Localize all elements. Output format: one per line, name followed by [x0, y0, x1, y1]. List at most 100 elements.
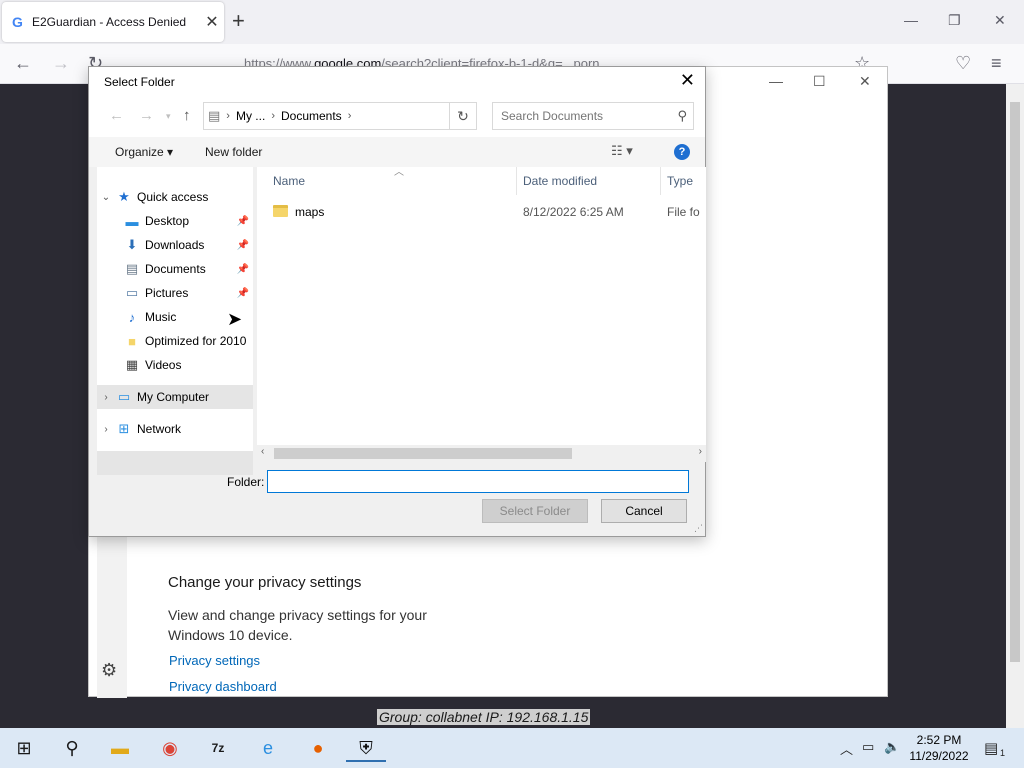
nav-quick-access[interactable]: ⌄ ★ Quick access: [97, 185, 253, 209]
search-icon[interactable]: ⚲: [52, 734, 92, 762]
nav-label: Downloads: [145, 238, 205, 252]
view-options-icon[interactable]: ☷ ▾: [611, 143, 633, 159]
star-icon: ★: [118, 189, 130, 204]
nav-label: Videos: [145, 358, 182, 372]
column-header-date[interactable]: Date modified: [517, 167, 661, 195]
forward-arrow-icon[interactable]: →: [139, 107, 154, 124]
internet-explorer-icon[interactable]: e: [248, 734, 288, 762]
expand-chevron-icon[interactable]: ⌄: [97, 192, 115, 203]
horizontal-scrollbar[interactable]: ‹ ›: [257, 445, 706, 462]
clock-time: 2:52 PM: [916, 733, 962, 747]
nav-item-videos[interactable]: ▦ Videos: [97, 353, 253, 377]
select-folder-button[interactable]: Select Folder: [482, 499, 588, 523]
clock[interactable]: 2:52 PM 11/29/2022: [905, 732, 973, 764]
download-icon: ⬇: [126, 237, 138, 252]
file-date: 8/12/2022 6:25 AM: [523, 205, 624, 219]
tab-title: E2Guardian - Access Denied: [32, 15, 187, 29]
dialog-titlebar: Select Folder ✕: [89, 67, 705, 97]
scroll-left-icon[interactable]: ‹: [261, 446, 264, 457]
document-icon: ▤: [208, 108, 221, 123]
nav-item-desktop[interactable]: ▬ Desktop 📌: [97, 209, 253, 233]
gear-icon[interactable]: ⚙: [101, 660, 117, 681]
tray-chevron-icon[interactable]: ︿: [840, 739, 853, 758]
search-input[interactable]: [493, 103, 663, 129]
up-arrow-icon[interactable]: ↑: [183, 107, 191, 124]
refresh-button[interactable]: ↻: [449, 102, 477, 130]
folder-input[interactable]: [267, 470, 689, 493]
breadcrumb-my[interactable]: My ...: [230, 109, 271, 123]
restore-icon[interactable]: ❐: [948, 12, 961, 29]
new-tab-icon[interactable]: +: [232, 10, 245, 32]
page-scroll-thumb[interactable]: [1010, 102, 1020, 662]
nav-item-pictures[interactable]: ▭ Pictures 📌: [97, 281, 253, 305]
folder-icon: ■: [128, 333, 136, 349]
nav-item-documents[interactable]: ▤ Documents 📌: [97, 257, 253, 281]
chrome-icon[interactable]: ◉: [150, 734, 190, 762]
shield-icon[interactable]: ⛨: [346, 734, 386, 762]
minimize-icon[interactable]: —: [904, 12, 918, 28]
column-header-type[interactable]: Type: [661, 167, 706, 195]
help-icon[interactable]: ?: [674, 144, 690, 160]
privacy-dashboard-link[interactable]: Privacy dashboard: [169, 679, 277, 694]
pictures-icon: ▭: [125, 285, 139, 300]
dialog-title: Select Folder: [104, 75, 175, 89]
settings-close-icon[interactable]: ✕: [859, 73, 871, 90]
clock-date: 11/29/2022: [909, 749, 969, 763]
browser-tab[interactable]: G E2Guardian - Access Denied ✕: [2, 2, 224, 42]
pocket-icon[interactable]: ♡: [955, 53, 971, 74]
file-row[interactable]: maps 8/12/2022 6:25 AM File fo: [257, 201, 706, 223]
folder-label: Folder:: [227, 475, 265, 489]
breadcrumb-documents[interactable]: Documents: [275, 109, 348, 123]
network-icon: ⊞: [118, 421, 130, 436]
menu-icon[interactable]: ≡: [991, 53, 1002, 74]
computer-icon: ▭: [117, 389, 131, 404]
privacy-title: Change your privacy settings: [168, 574, 362, 591]
7zip-icon[interactable]: 7z: [198, 734, 238, 762]
documents-icon: ▤: [125, 261, 139, 276]
address-row: ← → ▾ ↑ ▤ › My ... › Documents › ⌄ ↻ ⚲: [89, 97, 705, 137]
settings-minimize-icon[interactable]: —: [769, 73, 783, 89]
back-icon[interactable]: ←: [14, 53, 32, 74]
search-box[interactable]: ⚲: [492, 102, 694, 130]
new-folder-button[interactable]: New folder: [205, 145, 262, 159]
firefox-icon[interactable]: ●: [298, 734, 338, 762]
pin-icon: 📌: [236, 239, 249, 251]
nav-item-downloads[interactable]: ⬇ Downloads 📌: [97, 233, 253, 257]
settings-maximize-icon[interactable]: ☐: [813, 73, 826, 90]
column-header-name[interactable]: Name: [257, 167, 517, 195]
close-window-icon[interactable]: ✕: [994, 12, 1006, 29]
notification-count: 1: [1000, 748, 1006, 758]
windows-start-icon[interactable]: ⊞: [4, 734, 44, 762]
network-tray-icon[interactable]: ▭: [862, 739, 874, 755]
nav-network[interactable]: › ⊞ Network: [97, 417, 253, 441]
dialog-close-icon[interactable]: ✕: [680, 70, 695, 91]
recent-chevron-icon[interactable]: ▾: [166, 111, 171, 122]
organize-button[interactable]: Organize ▾: [115, 145, 173, 159]
privacy-description: View and change privacy settings for you…: [168, 607, 427, 643]
scroll-thumb[interactable]: [274, 448, 572, 459]
nav-item-optimized[interactable]: ■ Optimized for 2010: [97, 329, 253, 353]
nav-my-computer[interactable]: › ▭ My Computer: [97, 385, 253, 409]
expand-chevron-icon[interactable]: ›: [97, 424, 115, 435]
volume-icon[interactable]: 🔈: [884, 739, 900, 755]
cancel-button[interactable]: Cancel: [601, 499, 687, 523]
nav-my-computer[interactable]: [97, 451, 253, 475]
page-scrollbar[interactable]: [1006, 84, 1024, 728]
breadcrumb[interactable]: ▤ › My ... › Documents › ⌄: [203, 102, 475, 130]
notification-icon[interactable]: ▤: [984, 739, 998, 757]
nav-label: Music: [145, 310, 177, 324]
resize-grip-icon[interactable]: ⋰: [694, 523, 703, 534]
privacy-settings-link[interactable]: Privacy settings: [169, 653, 260, 668]
close-tab-icon[interactable]: ✕: [200, 12, 224, 32]
expand-chevron-icon[interactable]: ›: [97, 392, 115, 403]
film-icon: ▦: [125, 357, 139, 372]
forward-icon[interactable]: →: [52, 53, 70, 74]
search-icon[interactable]: ⚲: [677, 108, 687, 124]
back-arrow-icon[interactable]: ←: [109, 107, 124, 124]
breadcrumb-separator-icon[interactable]: ›: [348, 110, 352, 122]
group-ip-text: Group: collabnet IP: 192.168.1.15: [377, 709, 591, 725]
file-explorer-icon[interactable]: ▬: [100, 734, 140, 762]
browser-tab-bar: G E2Guardian - Access Denied ✕ + — ❐ ✕: [0, 0, 1024, 44]
scroll-right-icon[interactable]: ›: [699, 446, 702, 457]
nav-label: Optimized for 2010: [145, 334, 247, 348]
